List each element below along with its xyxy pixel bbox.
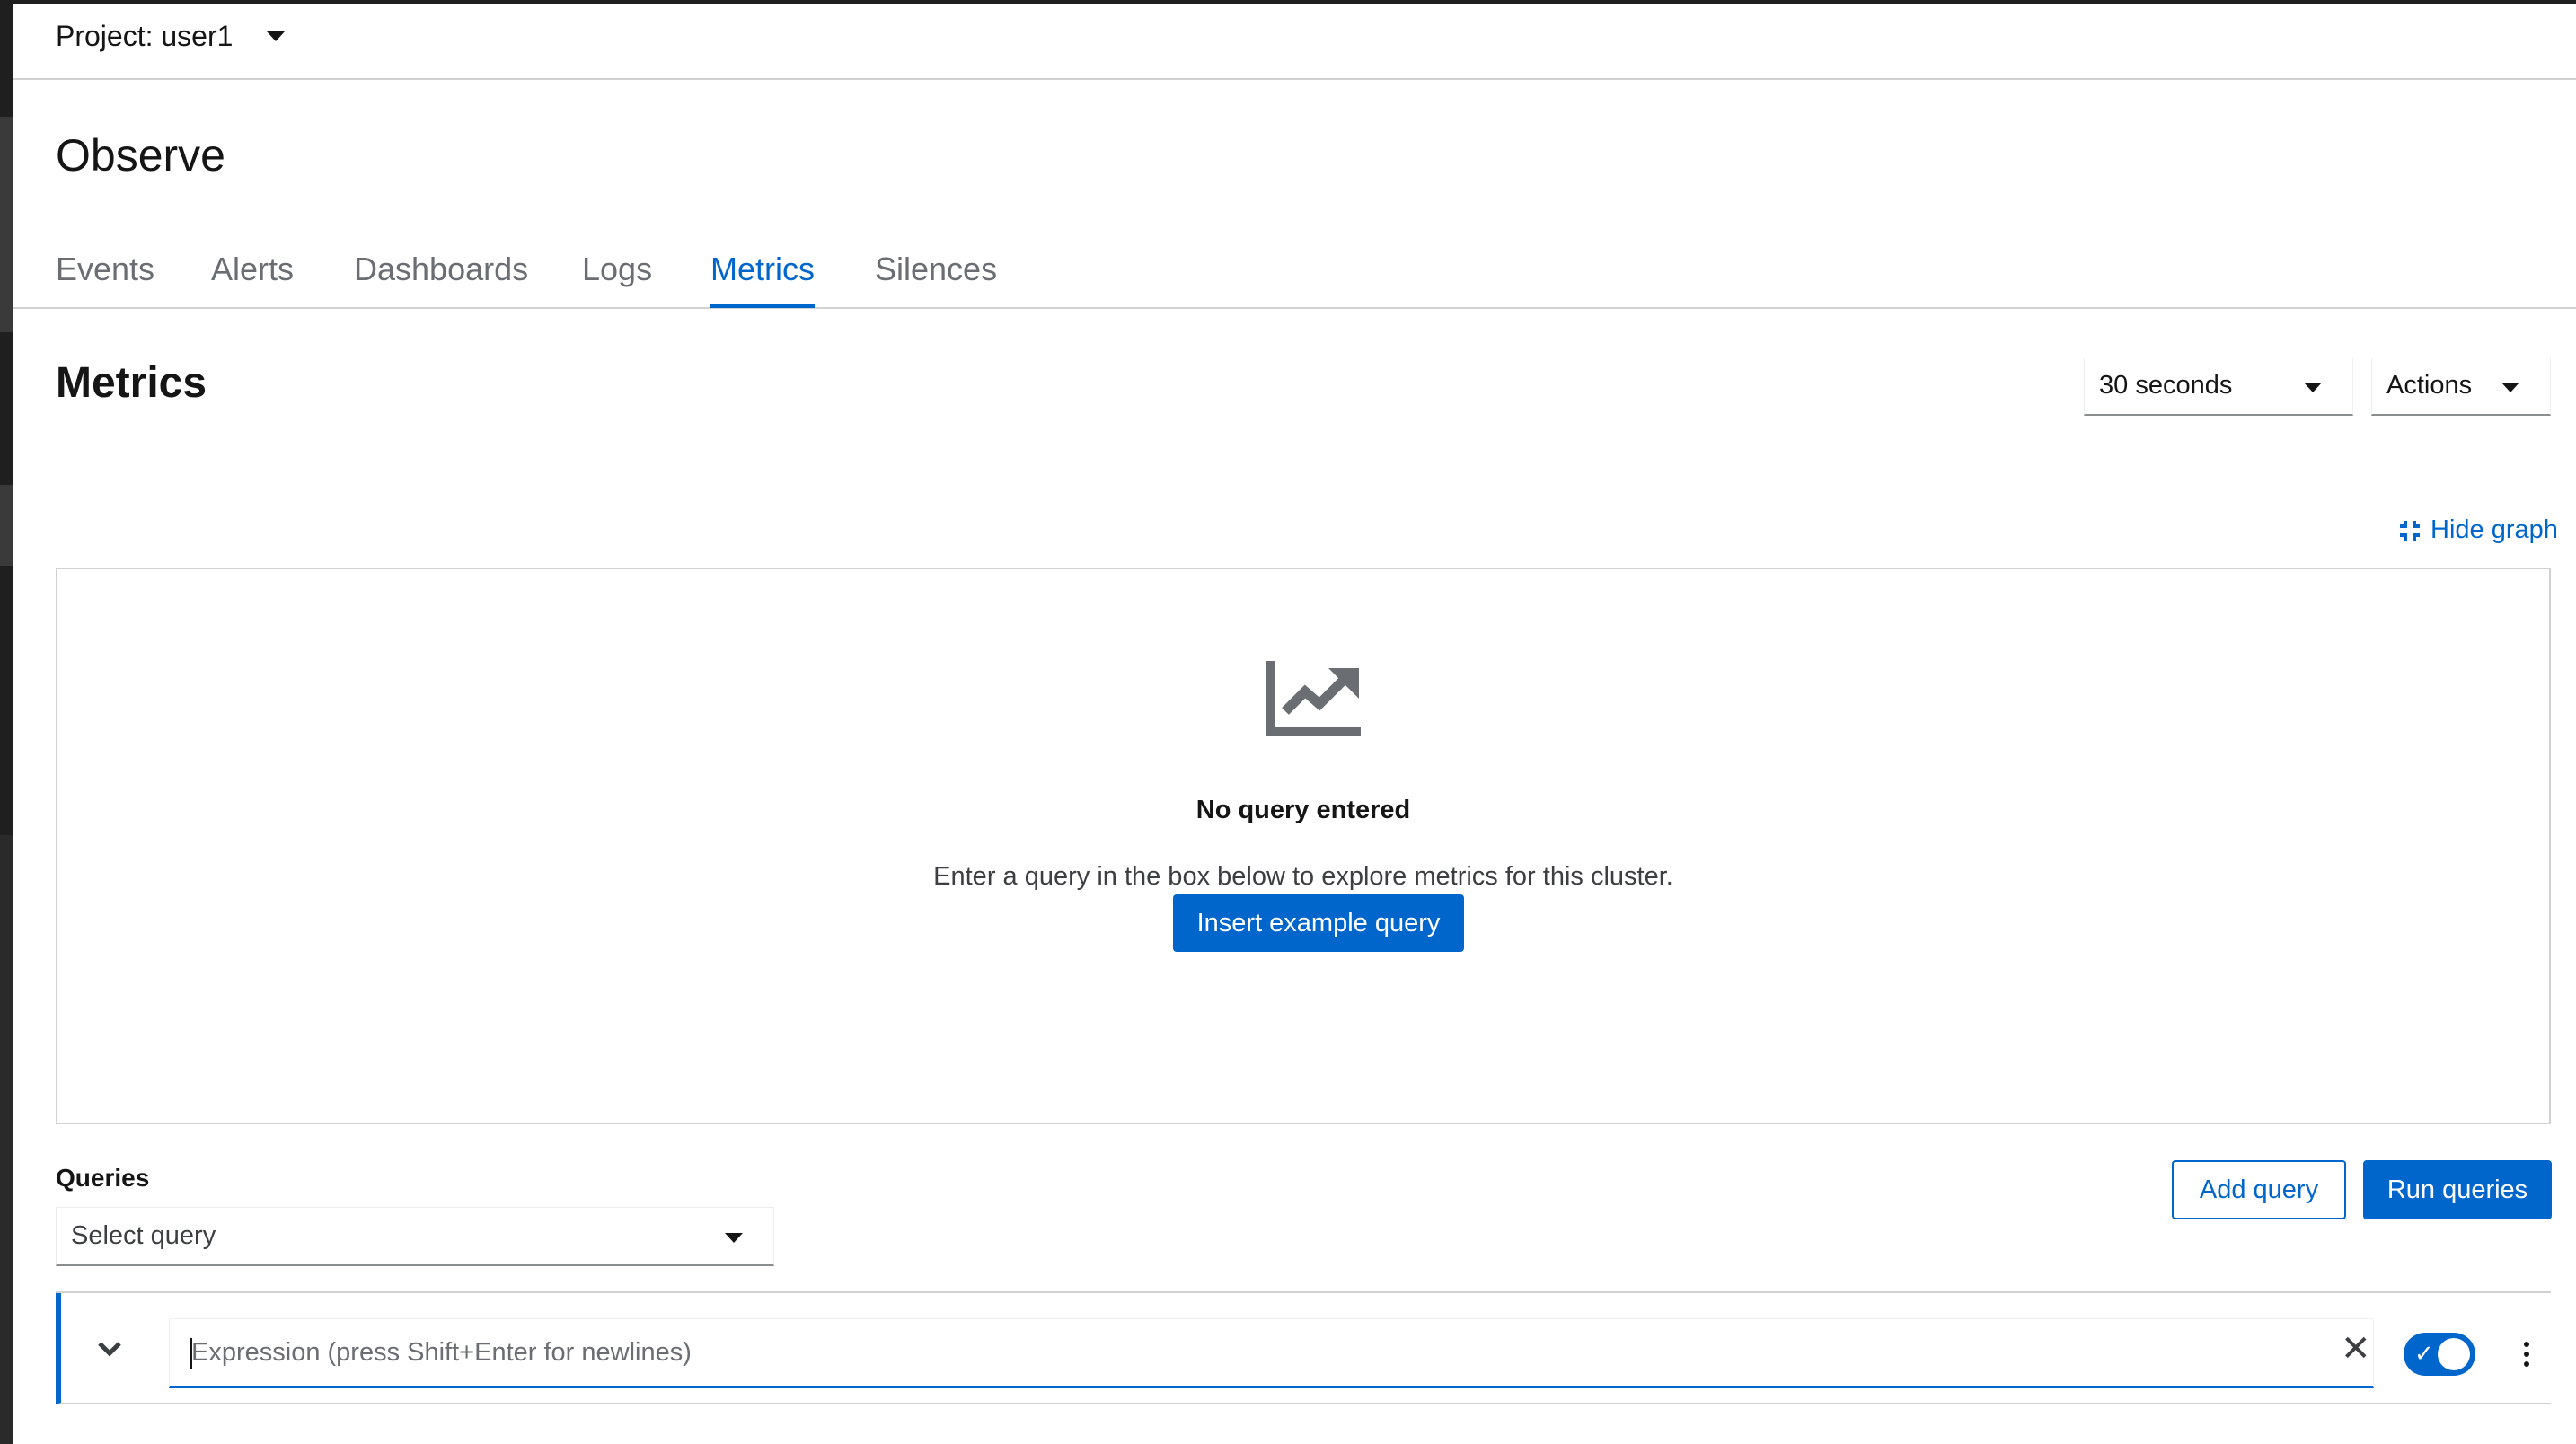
actions-label: Actions: [2386, 371, 2473, 400]
queries-label: Queries: [56, 1164, 150, 1192]
observe-tabs: Events Alerts Dashboards Logs Metrics Si…: [13, 233, 2576, 309]
tab-metrics[interactable]: Metrics: [710, 251, 815, 308]
metrics-title: Metrics: [56, 359, 207, 407]
tab-silences[interactable]: Silences: [875, 251, 997, 308]
caret-down-icon: [267, 31, 286, 41]
text-cursor: [190, 1338, 192, 1369]
refresh-interval-value: 30 seconds: [2099, 371, 2233, 400]
chart-area-icon: [1266, 661, 1361, 736]
empty-state-body: Enter a query in the box below to explor…: [933, 862, 1673, 891]
main-content: Project: user1 Observe Events Alerts Das…: [13, 4, 2576, 1444]
project-selector[interactable]: Project: user1: [56, 20, 286, 53]
tab-events[interactable]: Events: [56, 251, 154, 308]
chevron-down-icon[interactable]: [97, 1336, 122, 1361]
actions-dropdown[interactable]: Actions: [2371, 357, 2551, 416]
caret-down-icon: [2304, 383, 2322, 392]
tab-dashboards[interactable]: Dashboards: [354, 251, 528, 308]
tab-logs[interactable]: Logs: [582, 251, 652, 308]
query-row: ✕ ✓: [56, 1293, 2551, 1404]
run-queries-button[interactable]: Run queries: [2363, 1160, 2552, 1219]
tab-alerts[interactable]: Alerts: [211, 251, 294, 308]
project-selector-label: Project: user1: [56, 20, 234, 52]
caret-down-icon: [725, 1233, 743, 1243]
insert-example-query-button[interactable]: Insert example query: [1173, 894, 1464, 952]
graph-empty-state: No query entered Enter a query in the bo…: [56, 568, 2551, 1124]
empty-state-title: No query entered: [1195, 796, 1411, 824]
select-query-dropdown[interactable]: Select query: [56, 1207, 774, 1266]
expression-input[interactable]: [169, 1318, 2374, 1388]
kebab-menu-icon[interactable]: [2518, 1333, 2536, 1376]
compress-icon: [2398, 519, 2422, 542]
toggle-knob: [2438, 1338, 2470, 1370]
query-enabled-toggle[interactable]: ✓: [2404, 1333, 2475, 1376]
hide-graph-button[interactable]: Hide graph: [2398, 515, 2558, 545]
clear-icon[interactable]: ✕: [2341, 1331, 2371, 1367]
project-bar: Project: user1: [13, 4, 2576, 80]
page-title: Observe: [56, 130, 225, 180]
check-icon: ✓: [2414, 1340, 2434, 1367]
select-query-placeholder: Select query: [71, 1221, 216, 1250]
refresh-interval-dropdown[interactable]: 30 seconds: [2084, 357, 2353, 416]
left-sidebar-edge: [0, 0, 13, 1444]
caret-down-icon: [2501, 383, 2519, 392]
add-query-button[interactable]: Add query: [2172, 1160, 2346, 1219]
hide-graph-label: Hide graph: [2430, 515, 2558, 544]
